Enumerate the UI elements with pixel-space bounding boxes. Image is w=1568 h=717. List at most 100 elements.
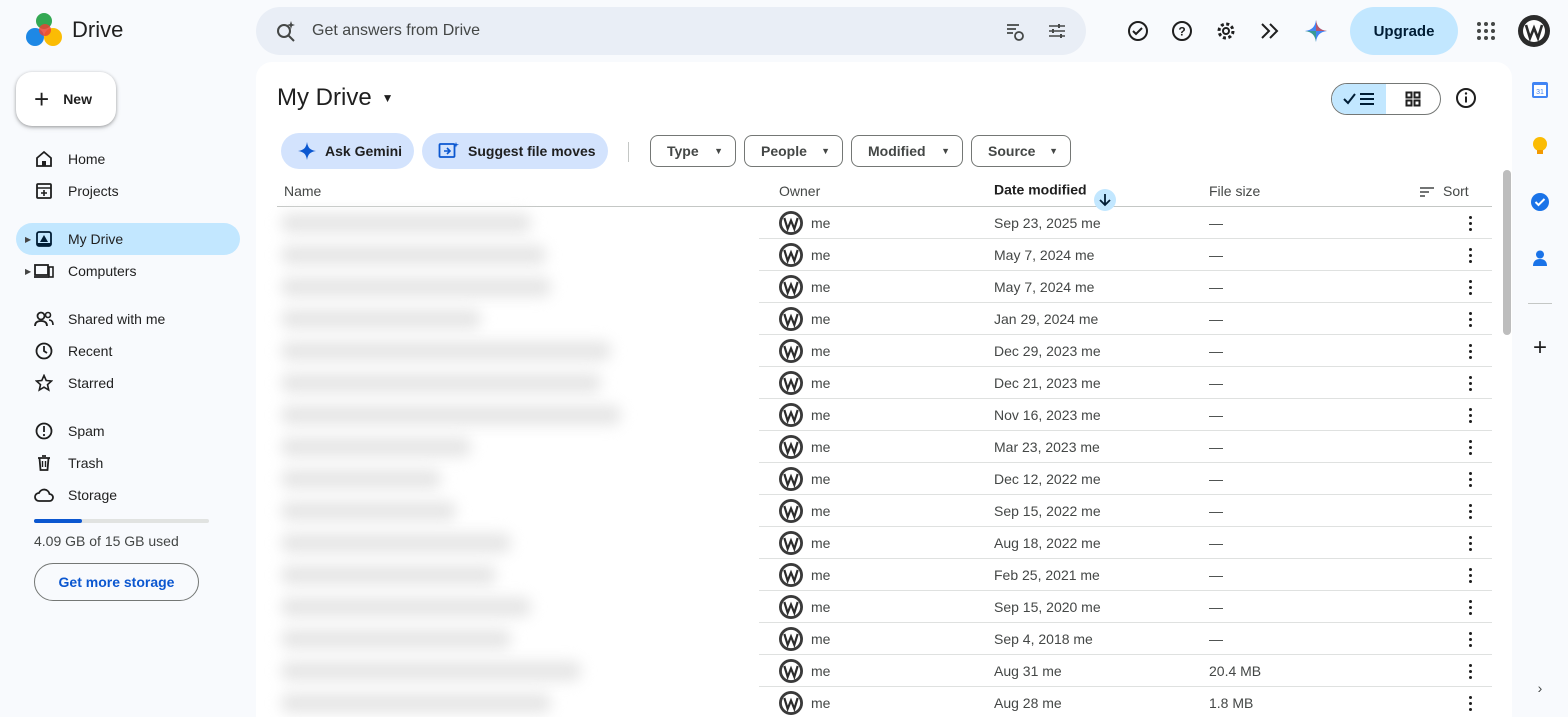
search-options-icon[interactable] [1045, 19, 1069, 43]
gemini-sparkle-icon[interactable] [1304, 19, 1328, 43]
more-actions-icon[interactable] [1463, 693, 1477, 713]
keep-icon[interactable] [1528, 134, 1552, 158]
settings-icon[interactable] [1214, 19, 1238, 43]
table-row[interactable]: me Aug 18, 2022 me — [277, 527, 1492, 559]
row-owner: me [811, 375, 831, 391]
search-history-icon[interactable] [1002, 19, 1026, 43]
column-owner[interactable]: Owner [779, 183, 820, 199]
contacts-icon[interactable] [1528, 246, 1552, 270]
table-row[interactable]: me Nov 16, 2023 me — [277, 399, 1492, 431]
filter-type[interactable]: Type ▼ [650, 135, 736, 167]
sidebar-item-computers[interactable]: ▶ Computers [16, 255, 240, 287]
file-name-redacted[interactable] [281, 373, 601, 393]
more-actions-icon[interactable] [1463, 501, 1477, 521]
expand-caret-icon[interactable]: ▶ [25, 267, 31, 276]
table-row[interactable]: me May 7, 2024 me — [277, 271, 1492, 303]
sidebar-item-starred[interactable]: Starred [16, 367, 240, 399]
more-actions-icon[interactable] [1463, 437, 1477, 457]
table-row[interactable]: me Sep 23, 2025 me — [277, 207, 1492, 239]
more-actions-icon[interactable] [1463, 533, 1477, 553]
file-name-redacted[interactable] [281, 405, 621, 425]
sidebar-item-spam[interactable]: Spam [16, 415, 240, 447]
file-name-redacted[interactable] [281, 469, 441, 489]
expand-caret-icon[interactable]: ▶ [25, 235, 31, 244]
column-date-modified[interactable]: Date modified [994, 180, 1117, 211]
table-row[interactable]: me Aug 31 me 20.4 MB [277, 655, 1492, 687]
sidebar-item-my-drive[interactable]: ▶ My Drive [16, 223, 240, 255]
more-actions-icon[interactable] [1463, 213, 1477, 233]
more-actions-icon[interactable] [1463, 309, 1477, 329]
more-actions-icon[interactable] [1463, 469, 1477, 489]
more-actions-icon[interactable] [1463, 405, 1477, 425]
info-icon[interactable] [1455, 87, 1477, 109]
file-name-redacted[interactable] [281, 693, 551, 713]
table-row[interactable]: me Dec 12, 2022 me — [277, 463, 1492, 495]
more-actions-icon[interactable] [1463, 277, 1477, 297]
scrollbar-thumb[interactable] [1503, 170, 1511, 335]
column-file-size[interactable]: File size [1209, 183, 1260, 199]
file-name-redacted[interactable] [281, 533, 511, 553]
new-button[interactable]: + New [16, 72, 116, 126]
expand-panel-icon[interactable]: › [1528, 676, 1552, 700]
list-view-button[interactable] [1332, 84, 1386, 114]
filter-source[interactable]: Source ▼ [971, 135, 1071, 167]
more-actions-icon[interactable] [1463, 341, 1477, 361]
help-icon[interactable]: ? [1170, 19, 1194, 43]
file-name-redacted[interactable] [281, 213, 531, 233]
calendar-icon[interactable]: 31 [1528, 78, 1552, 102]
owner-avatar [779, 211, 803, 235]
ready-for-offline-icon[interactable] [1126, 19, 1150, 43]
table-row[interactable]: me Mar 23, 2023 me — [277, 431, 1492, 463]
column-name[interactable]: Name [284, 183, 321, 199]
file-name-redacted[interactable] [281, 277, 551, 297]
table-row[interactable]: me Sep 15, 2022 me — [277, 495, 1492, 527]
table-row[interactable]: me Sep 15, 2020 me — [277, 591, 1492, 623]
file-name-redacted[interactable] [281, 661, 581, 681]
search-bar[interactable] [256, 7, 1086, 55]
more-actions-icon[interactable] [1463, 629, 1477, 649]
upgrade-button[interactable]: Upgrade [1350, 7, 1458, 55]
search-input[interactable] [312, 19, 912, 43]
more-actions-icon[interactable] [1463, 373, 1477, 393]
sort-button[interactable]: Sort [1419, 183, 1469, 199]
tasks-icon[interactable] [1528, 190, 1552, 214]
add-addon-icon[interactable]: + [1528, 334, 1552, 361]
more-actions-icon[interactable] [1463, 245, 1477, 265]
more-actions-icon[interactable] [1463, 597, 1477, 617]
table-row[interactable]: me Sep 4, 2018 me — [277, 623, 1492, 655]
sidebar-item-shared-with-me[interactable]: Shared with me [16, 303, 240, 335]
table-row[interactable]: me Aug 28 me 1.8 MB [277, 687, 1492, 717]
file-name-redacted[interactable] [281, 597, 531, 617]
file-name-redacted[interactable] [281, 565, 496, 585]
sidebar-item-storage[interactable]: Storage [16, 479, 240, 511]
get-more-storage-button[interactable]: Get more storage [34, 563, 199, 601]
gemini-workspace-icon[interactable] [1258, 19, 1282, 43]
sidebar-item-trash[interactable]: Trash [16, 447, 240, 479]
file-name-redacted[interactable] [281, 437, 471, 457]
ask-gemini-button[interactable]: Ask Gemini [281, 133, 414, 169]
table-row[interactable]: me Jan 29, 2024 me — [277, 303, 1492, 335]
sidebar-item-home[interactable]: Home [16, 143, 240, 175]
drive-logo[interactable]: Drive [24, 12, 123, 48]
apps-grid-icon[interactable] [1474, 19, 1498, 43]
table-row[interactable]: me Dec 21, 2023 me — [277, 367, 1492, 399]
filter-modified[interactable]: Modified ▼ [851, 135, 963, 167]
account-avatar[interactable] [1518, 15, 1550, 47]
sidebar-item-recent[interactable]: Recent [16, 335, 240, 367]
file-name-redacted[interactable] [281, 309, 481, 329]
file-name-redacted[interactable] [281, 629, 511, 649]
filter-people[interactable]: People ▼ [744, 135, 843, 167]
table-row[interactable]: me Dec 29, 2023 me — [277, 335, 1492, 367]
page-title[interactable]: My Drive ▼ [277, 84, 394, 112]
file-name-redacted[interactable] [281, 341, 611, 361]
view-toggle[interactable] [1331, 83, 1441, 115]
grid-view-button[interactable] [1386, 84, 1440, 114]
suggest-file-moves-button[interactable]: Suggest file moves [422, 133, 608, 169]
table-row[interactable]: me Feb 25, 2021 me — [277, 559, 1492, 591]
sidebar-item-projects[interactable]: Projects [16, 175, 240, 207]
more-actions-icon[interactable] [1463, 661, 1477, 681]
file-name-redacted[interactable] [281, 501, 456, 521]
more-actions-icon[interactable] [1463, 565, 1477, 585]
file-name-redacted[interactable] [281, 245, 546, 265]
table-row[interactable]: me May 7, 2024 me — [277, 239, 1492, 271]
